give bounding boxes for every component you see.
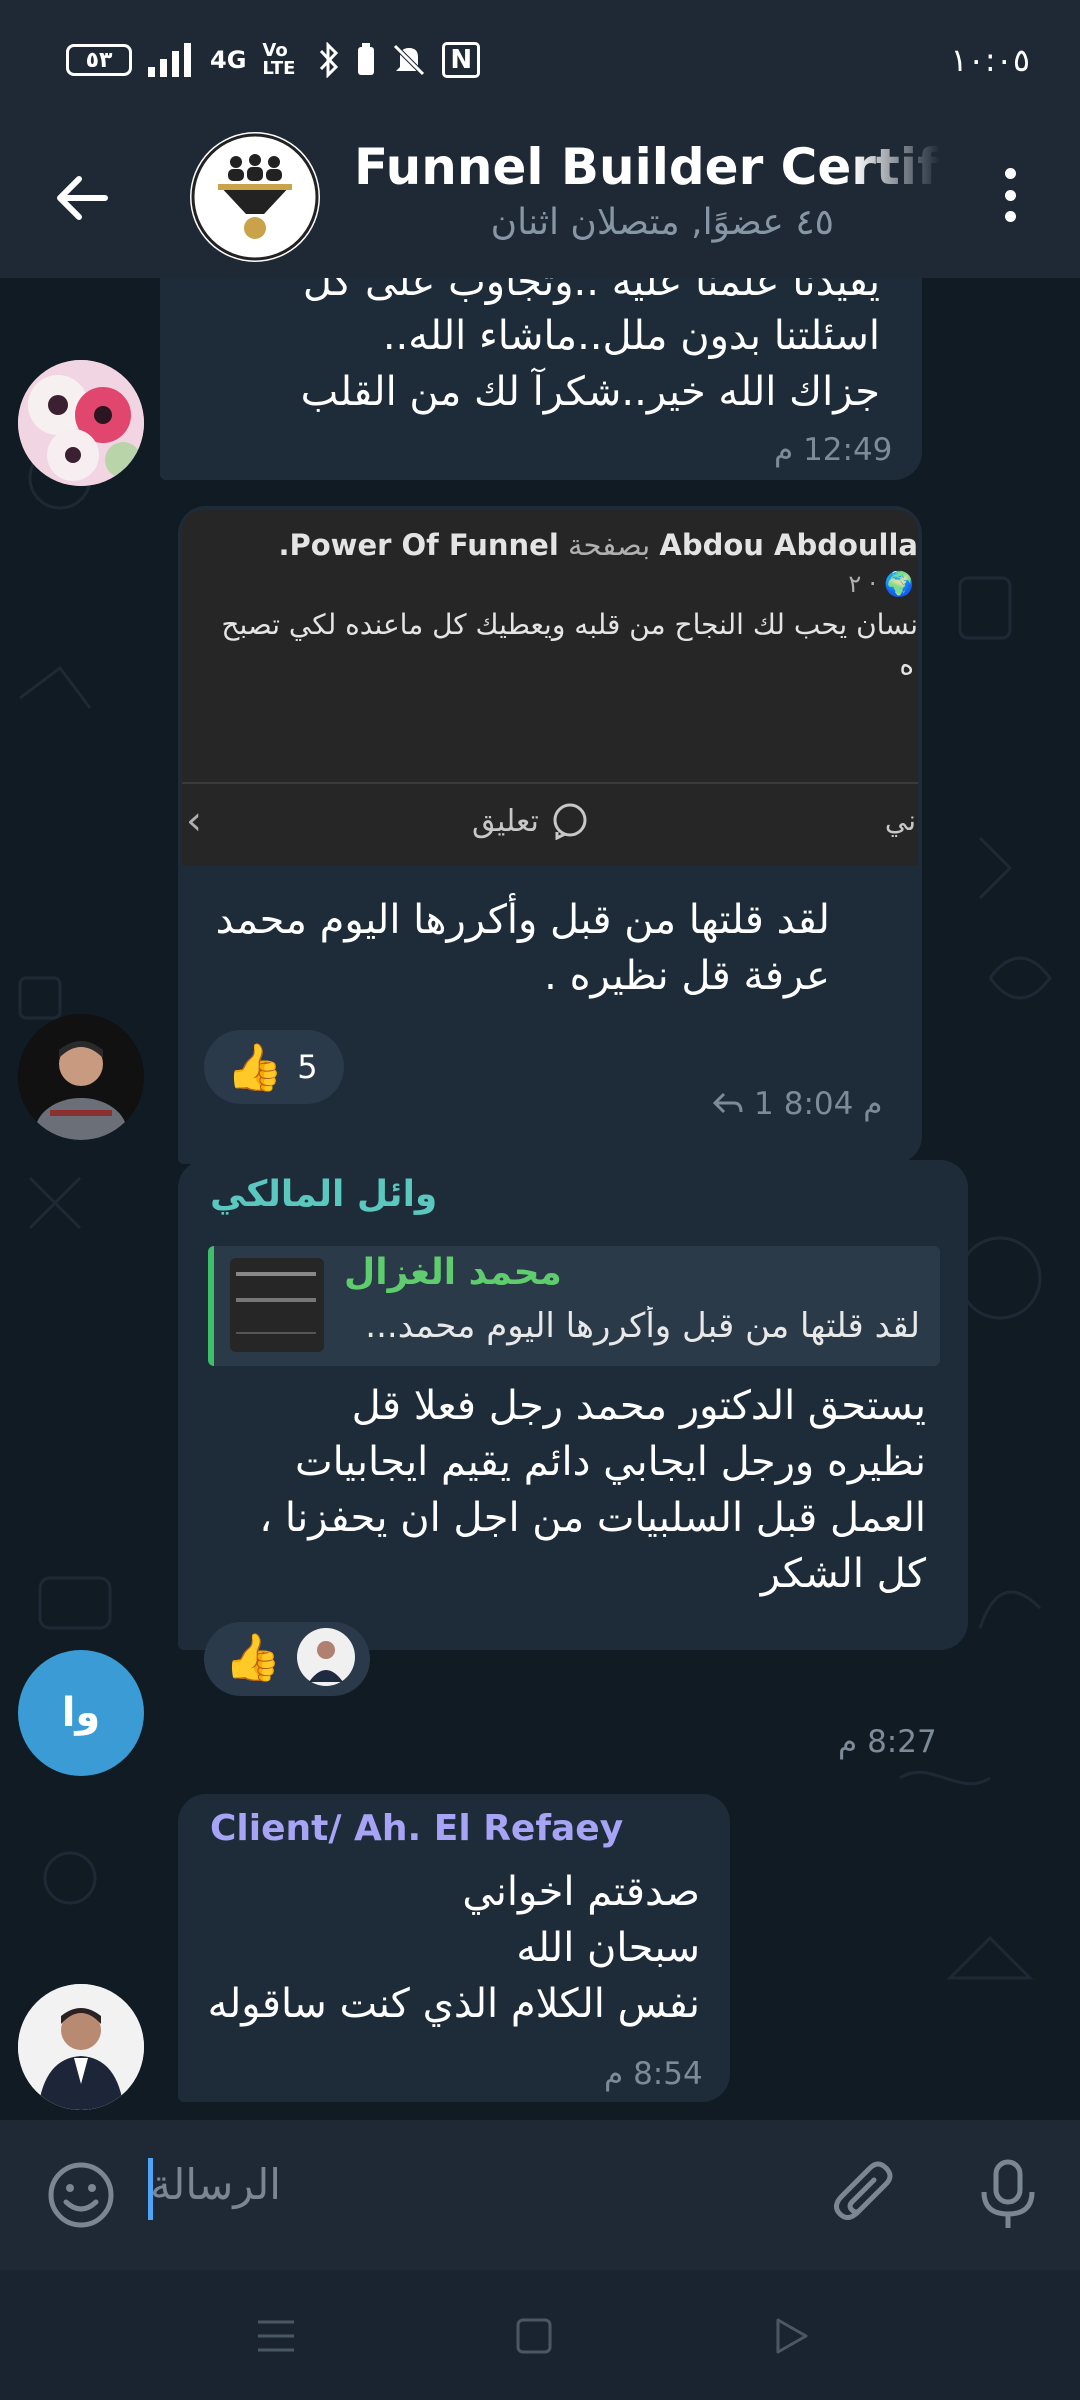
chat-subtitle: ٤٥ عضوًا, متصلان اثنان — [490, 202, 834, 243]
message-text: يستحق الدكتور محمد رجل فعلا قل نظيره ورج… — [259, 1383, 926, 1597]
preview-body: نسان يحب لك النجاح من قلبه ويعطيك كل ماع… — [221, 608, 918, 641]
preview-meta: ٢ · 🌍 — [848, 570, 914, 598]
microphone-icon[interactable] — [978, 2158, 1038, 2232]
message-text: صدقتم اخواني سبحان الله نفس الكلام الذي … — [207, 1869, 700, 2027]
back-button[interactable] — [52, 168, 112, 228]
dot — [1004, 168, 1016, 179]
preview-divider — [182, 782, 918, 784]
thumbs-up-icon: 👍 — [226, 1039, 284, 1094]
message-text: اسئلتنا بدون ملل..ماشاء الله.. جزاك الله… — [300, 313, 880, 415]
bluetooth-icon — [320, 42, 339, 78]
chat-area[interactable]: يفيدنا علمنا عليه ..وتجاوب على كل اسئلتن… — [0, 278, 1080, 2120]
chat-title[interactable]: Funnel Builder Certificat — [354, 138, 940, 196]
message-input[interactable]: الرسالة — [150, 2160, 281, 2209]
avatar[interactable] — [18, 1984, 144, 2110]
flower-avatar-icon — [18, 360, 144, 486]
reply-thumbnail — [230, 1258, 324, 1352]
funnel-logo-icon — [191, 133, 319, 261]
home-nav-icon[interactable] — [516, 2318, 552, 2354]
attach-icon[interactable] — [830, 2160, 900, 2230]
comment-label: تعليق — [472, 803, 539, 839]
signal-icon — [148, 43, 191, 77]
thumb-line — [236, 1272, 316, 1276]
link-preview[interactable]: Abdou Abdoulla بصفحة Power Of Funnel. ٢ … — [182, 510, 918, 866]
system-nav-bar — [0, 2270, 1080, 2400]
preview-connector: بصفحة — [568, 528, 651, 562]
clock: ١٠:٠٥ — [950, 41, 1030, 79]
emoji-icon[interactable] — [46, 2160, 116, 2230]
battery-saver-icon — [358, 43, 375, 75]
sender-name[interactable]: Client/ Ah. El Refaey — [210, 1808, 623, 1849]
message-text: لقد قلتها من قبل وأكررها اليوم محمد عرفة… — [215, 897, 830, 999]
preview-body-2: ه — [899, 648, 914, 681]
reply-arrow-icon — [712, 1092, 743, 1114]
status-bar: ٥٣ 4G Vo LTE N ١٠:٠٥ — [0, 0, 1080, 120]
mute-icon — [393, 44, 426, 76]
preview-chevron-icon: ‹ — [186, 798, 202, 844]
battery-indicator: ٥٣ — [66, 44, 132, 76]
avatar[interactable] — [18, 360, 144, 486]
status-icons: ٥٣ 4G Vo LTE N — [66, 40, 481, 79]
reaction-chip[interactable]: 👍 5 — [204, 1030, 344, 1104]
group-avatar[interactable] — [190, 132, 320, 262]
thumbs-up-icon: 👍 — [224, 1629, 282, 1684]
man-suit-avatar-icon — [18, 1984, 144, 2110]
menu-nav-icon[interactable] — [256, 2318, 296, 2354]
back-nav-icon[interactable] — [774, 2316, 810, 2356]
reply-sender: محمد الغزال — [344, 1252, 562, 1293]
thumb-line — [236, 1298, 316, 1302]
more-options-button[interactable] — [990, 160, 1030, 230]
message-input-bar: الرسالة — [0, 2120, 1080, 2270]
avatar[interactable] — [18, 1014, 144, 1140]
chat-header: Funnel Builder Certificat ٤٥ عضوًا, متصل… — [0, 120, 1080, 278]
volte-icon: Vo LTE — [262, 40, 296, 79]
message-time: 12:49 م — [774, 432, 893, 468]
man-avatar-icon — [18, 1014, 144, 1140]
arrow-left-icon — [57, 176, 108, 220]
message-time: 8:04 م — [783, 1086, 883, 1122]
reaction-content: 👍 — [224, 1628, 356, 1686]
message-time: 8:27 م — [838, 1724, 937, 1760]
reply-text: لقد قلتها من قبل وأكررها اليوم محمد... — [365, 1306, 920, 1346]
avatar-initials: وا — [61, 1690, 101, 1736]
preview-side-text: ني — [884, 804, 916, 837]
nfc-icon: N — [442, 42, 481, 78]
preview-page: Power Of Funnel. — [278, 528, 559, 562]
preview-title: Abdou Abdoulla بصفحة Power Of Funnel. — [182, 528, 918, 562]
replies-count: 1 — [754, 1086, 774, 1122]
reaction-count: 5 — [297, 1048, 318, 1086]
dot — [1004, 189, 1016, 201]
reply-count[interactable]: 8:04 م 1 — [712, 1086, 882, 1122]
avatar[interactable]: وا — [18, 1650, 144, 1776]
comment-icon — [553, 803, 587, 840]
message-text: يفيدنا علمنا عليه ..وتجاوب على كل — [302, 278, 880, 305]
sender-name[interactable]: وائل المالكي — [210, 1174, 437, 1215]
reactor-avatar-icon — [297, 1628, 356, 1686]
message-time: 8:54 م — [604, 2056, 703, 2092]
network-4g-icon: 4G — [210, 46, 247, 74]
dot — [1004, 211, 1016, 222]
thumb-line — [236, 1332, 316, 1334]
preview-author: Abdou Abdoulla — [659, 528, 918, 562]
preview-comment: تعليق — [472, 802, 589, 840]
